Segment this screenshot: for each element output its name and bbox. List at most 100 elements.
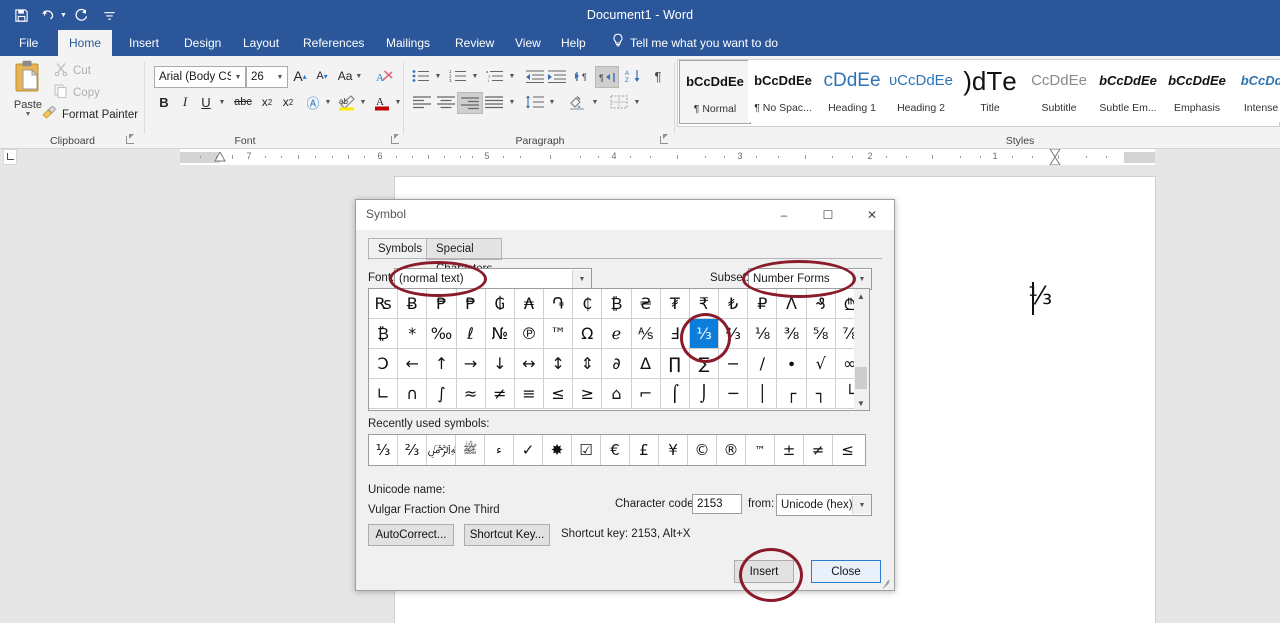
- text-highlight-color-button[interactable]: ab: [336, 92, 358, 112]
- bullets-dropdown-icon[interactable]: ▼: [432, 66, 444, 86]
- symbol-cell[interactable]: ₽: [748, 289, 777, 319]
- symbol-cell[interactable]: ℗: [515, 319, 544, 349]
- format-painter-button[interactable]: Format Painter: [42, 106, 138, 123]
- recent-symbol[interactable]: ✓: [514, 435, 543, 465]
- superscript-button[interactable]: x2: [278, 92, 298, 112]
- symbol-cell[interactable]: ⅝: [807, 319, 836, 349]
- symbol-cell[interactable]: Ƀ: [398, 289, 427, 319]
- recent-symbol[interactable]: ✸: [543, 435, 572, 465]
- tab-special-characters[interactable]: Special Characters: [426, 238, 502, 260]
- tab-file[interactable]: File: [8, 30, 49, 56]
- symbol-cell[interactable]: ₴: [632, 289, 661, 319]
- tab-help[interactable]: Help: [550, 30, 597, 56]
- recent-symbol[interactable]: £: [630, 435, 659, 465]
- symbol-cell[interactable]: ∏: [661, 349, 690, 379]
- symbol-cell[interactable]: ↔: [515, 349, 544, 379]
- recent-symbol[interactable]: ™: [746, 435, 775, 465]
- decrease-indent-button[interactable]: [524, 66, 546, 86]
- dialog-title-bar[interactable]: Symbol – ☐ ✕: [356, 200, 894, 230]
- hanging-indent-marker[interactable]: [1049, 149, 1061, 165]
- symbol-cell[interactable]: ₱: [427, 289, 456, 319]
- line-spacing-dropdown-icon[interactable]: ▼: [546, 92, 558, 112]
- line-spacing-button[interactable]: [524, 92, 546, 112]
- style-item-heading-1[interactable]: cDdEeHeading 1: [817, 60, 887, 122]
- show-formatting-marks-button[interactable]: ¶: [648, 66, 668, 86]
- tab-design[interactable]: Design: [173, 30, 232, 56]
- symbol-cell[interactable]: ←: [398, 349, 427, 379]
- symbol-cell[interactable]: ∑: [690, 349, 719, 379]
- style-item-title[interactable]: )dТeTitle: [955, 60, 1025, 122]
- font-name-combo[interactable]: Arial (Body CS ▼: [154, 66, 246, 88]
- tab-view[interactable]: View: [504, 30, 552, 56]
- symbol-cell[interactable]: ₿: [369, 319, 398, 349]
- symbol-cell[interactable]: ∟: [369, 379, 398, 409]
- font-color-button[interactable]: A: [371, 92, 393, 112]
- symbol-cell[interactable]: ₰: [807, 289, 836, 319]
- chevron-down-icon[interactable]: ▼: [273, 74, 287, 81]
- chevron-down-icon[interactable]: ▼: [852, 496, 871, 514]
- recent-symbol[interactable]: ﷺ: [456, 435, 485, 465]
- bullets-button[interactable]: [410, 66, 432, 86]
- symbol-cell[interactable]: ∕: [748, 349, 777, 379]
- symbol-cell[interactable]: ⅔: [719, 319, 748, 349]
- symbol-cell[interactable]: ∙: [777, 349, 806, 379]
- style-item-normal[interactable]: bCcDdEe¶ Normal: [679, 60, 751, 124]
- align-center-button[interactable]: [434, 92, 458, 112]
- symbol-cell[interactable]: Ʌ: [777, 289, 806, 319]
- style-item-intense-emphasis[interactable]: bCcDdEIntense E: [1231, 60, 1280, 122]
- symbol-cell[interactable]: ₲: [486, 289, 515, 319]
- dialog-subset-combo[interactable]: Number Forms ▼: [748, 268, 872, 290]
- symbol-cell[interactable]: Ↄ: [369, 349, 398, 379]
- resize-grip[interactable]: [880, 576, 892, 588]
- recent-symbol[interactable]: ⅓: [369, 435, 398, 465]
- shading-dropdown-icon[interactable]: ▼: [589, 92, 601, 112]
- copy-button[interactable]: Copy: [54, 84, 100, 101]
- symbol-cell[interactable]: →: [457, 349, 486, 379]
- symbol-cell[interactable]: ₺: [719, 289, 748, 319]
- chevron-down-icon[interactable]: ▼: [852, 270, 871, 288]
- customize-qat-icon[interactable]: [97, 3, 123, 27]
- clipboard-dialog-launcher[interactable]: [125, 134, 136, 145]
- symbol-cell[interactable]: √: [807, 349, 836, 379]
- insert-button[interactable]: Insert: [734, 560, 794, 583]
- numbering-button[interactable]: 123: [447, 66, 469, 86]
- paragraph-dialog-launcher[interactable]: [659, 134, 670, 145]
- first-line-indent-marker[interactable]: [214, 152, 226, 163]
- align-left-button[interactable]: [410, 92, 434, 112]
- rtl-text-direction-button[interactable]: ¶: [595, 66, 619, 88]
- symbol-cell[interactable]: ⌠: [661, 379, 690, 409]
- autocorrect-button[interactable]: AutoCorrect...: [368, 524, 454, 546]
- symbol-cell[interactable]: Ⅎ: [661, 319, 690, 349]
- tab-layout[interactable]: Layout: [232, 30, 290, 56]
- symbol-cell[interactable]: ≠: [486, 379, 515, 409]
- font-size-combo[interactable]: 26 ▼: [246, 66, 288, 88]
- symbol-cell[interactable]: ∫: [427, 379, 456, 409]
- recent-symbol[interactable]: ☑: [572, 435, 601, 465]
- tab-mailings[interactable]: Mailings: [375, 30, 441, 56]
- symbol-cell[interactable]: ₮: [661, 289, 690, 319]
- style-item-heading-2[interactable]: ᴜCcDdEeHeading 2: [886, 60, 956, 122]
- symbol-cell[interactable]: ↓: [486, 349, 515, 379]
- symbol-cell[interactable]: ∂: [602, 349, 631, 379]
- character-code-input[interactable]: 2153: [692, 494, 742, 514]
- symbol-cell[interactable]: ┌: [777, 379, 806, 409]
- symbol-cell[interactable]: ₵: [573, 289, 602, 319]
- symbol-cell[interactable]: ℯ: [602, 319, 631, 349]
- symbol-grid-scrollbar[interactable]: ▲ ▼: [854, 288, 870, 411]
- recent-symbol[interactable]: ≤: [833, 435, 862, 465]
- dialog-font-combo[interactable]: (normal text) ▼: [394, 268, 592, 290]
- minimize-button[interactable]: –: [764, 200, 804, 229]
- symbol-cell[interactable]: ‰: [427, 319, 456, 349]
- tab-review[interactable]: Review: [444, 30, 505, 56]
- undo-dropdown-icon[interactable]: ▼: [60, 12, 67, 19]
- scroll-down-icon[interactable]: ▼: [854, 396, 868, 410]
- justify-dropdown-icon[interactable]: ▼: [506, 92, 518, 112]
- chevron-down-icon[interactable]: ▼: [572, 270, 591, 288]
- align-right-button[interactable]: [457, 92, 483, 114]
- symbol-cell[interactable]: ≈: [457, 379, 486, 409]
- shortcut-key-button[interactable]: Shortcut Key...: [464, 524, 550, 546]
- shrink-font-button[interactable]: A▾: [312, 66, 332, 86]
- bold-button[interactable]: B: [154, 92, 174, 112]
- borders-button[interactable]: [607, 92, 631, 112]
- borders-dropdown-icon[interactable]: ▼: [631, 92, 643, 112]
